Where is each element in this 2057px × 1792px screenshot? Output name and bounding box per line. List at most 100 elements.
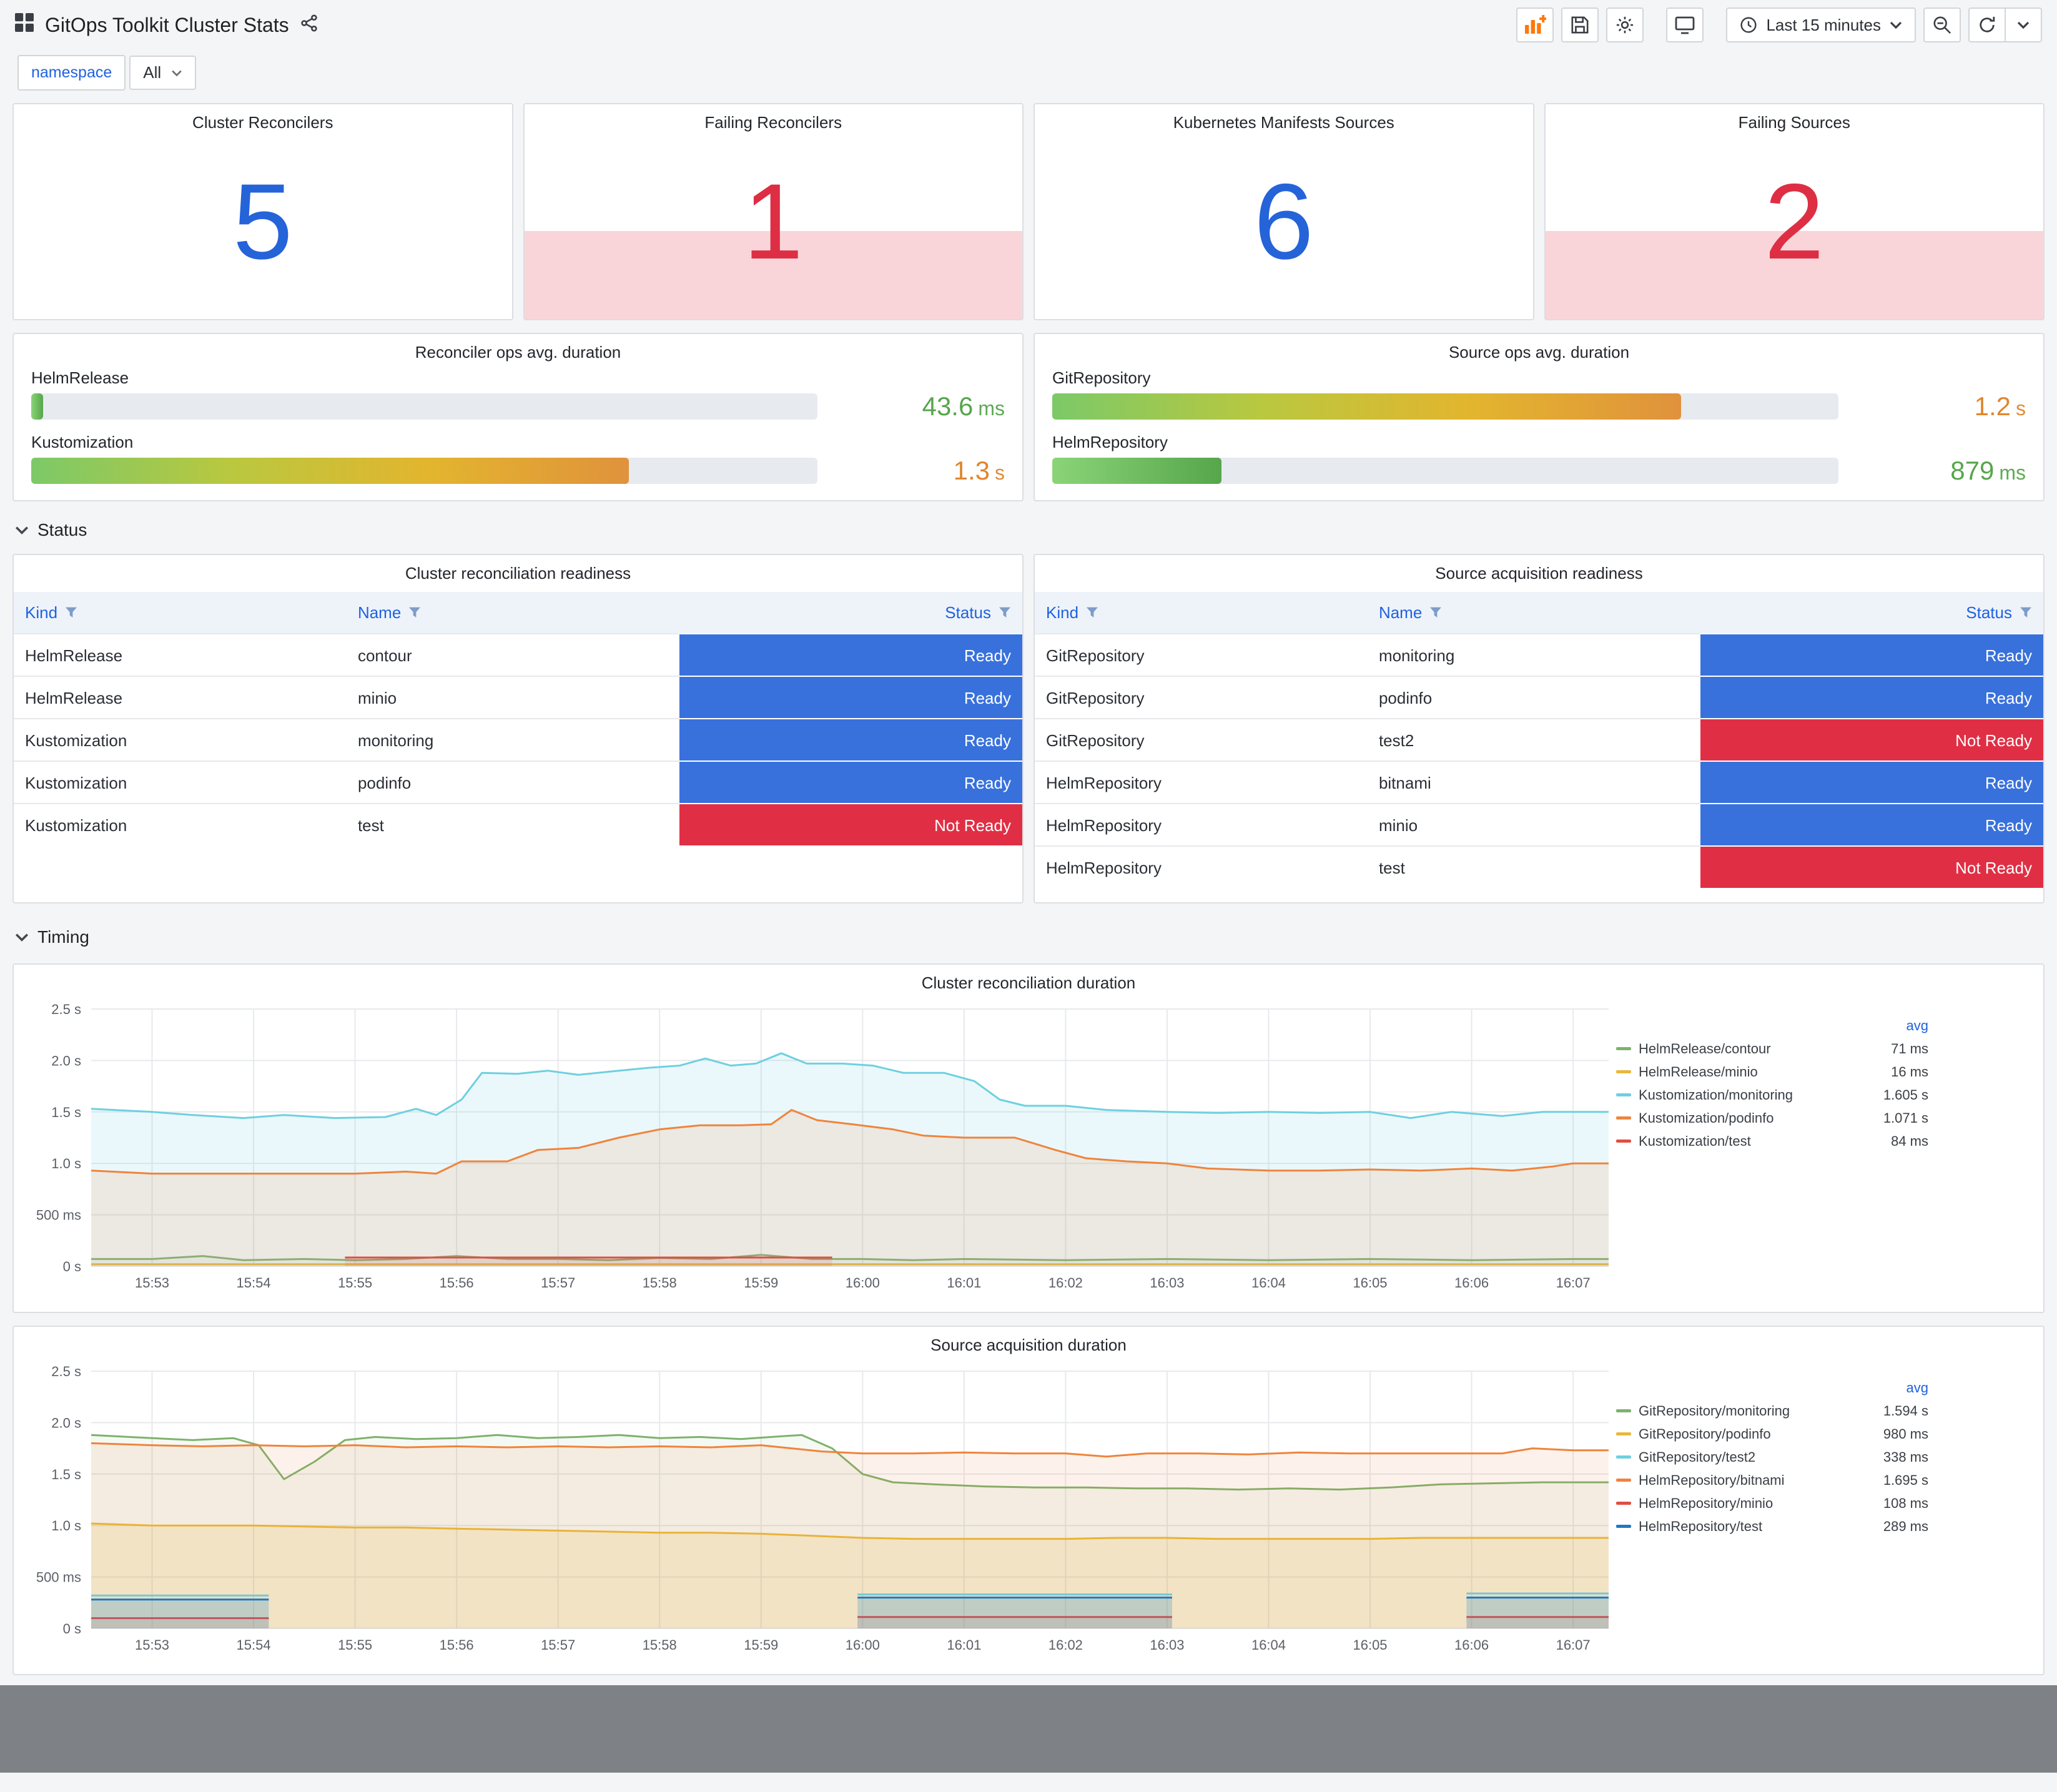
svg-text:15:55: 15:55: [338, 1637, 372, 1653]
svg-text:16:04: 16:04: [1251, 1275, 1286, 1291]
svg-text:15:58: 15:58: [643, 1637, 677, 1653]
zoom-out-button[interactable]: [1923, 7, 1961, 42]
status-badge: Ready: [679, 719, 1022, 761]
time-range-label: Last 15 minutes: [1766, 15, 1881, 34]
row-title: Timing: [37, 927, 89, 947]
panel-title: Cluster reconciliation readiness: [405, 564, 631, 583]
cell-status: Ready: [1700, 761, 2043, 803]
variable-value-dropdown[interactable]: All: [129, 56, 197, 90]
dashboard-header: GitOps Toolkit Cluster Stats Last 15 min…: [0, 0, 2057, 50]
row-toggle-status[interactable]: Status: [15, 514, 2042, 546]
svg-text:16:07: 16:07: [1556, 1275, 1591, 1291]
variable-label-namespace: namespace: [17, 55, 126, 91]
filter-icon[interactable]: [1086, 606, 1098, 619]
table-row: HelmRelease minio Ready: [14, 676, 1022, 718]
legend-item[interactable]: GitRepository/test2 338 ms: [1616, 1445, 1928, 1469]
legend-item[interactable]: HelmRepository/bitnami 1.695 s: [1616, 1469, 1928, 1492]
share-icon[interactable]: [300, 14, 318, 37]
series-avg-value: 1.071 s: [1883, 1110, 1928, 1126]
svg-text:16:05: 16:05: [1353, 1637, 1387, 1653]
svg-text:2.0 s: 2.0 s: [51, 1415, 81, 1430]
row-toggle-timing[interactable]: Timing: [15, 921, 2042, 953]
time-range-picker[interactable]: Last 15 minutes: [1726, 7, 1916, 42]
cell-status: Not Ready: [1700, 718, 2043, 761]
svg-text:16:03: 16:03: [1150, 1637, 1184, 1653]
filter-icon[interactable]: [2020, 606, 2032, 619]
column-header-status[interactable]: Status: [1700, 592, 2043, 633]
cell-name: bitnami: [1367, 761, 1700, 803]
gauge-row: GitRepository 1.2 s: [1052, 368, 2026, 421]
series-color-swatch: [1616, 1047, 1631, 1050]
legend-item[interactable]: HelmRepository/test 289 ms: [1616, 1515, 1928, 1538]
legend-item[interactable]: HelmRelease/minio 16 ms: [1616, 1060, 1928, 1083]
status-badge: Ready: [679, 762, 1022, 803]
legend-item[interactable]: HelmRepository/minio 108 ms: [1616, 1492, 1928, 1515]
svg-text:15:59: 15:59: [744, 1275, 778, 1291]
series-name: Kustomization/monitoring: [1639, 1086, 1793, 1103]
stat-value: 5: [232, 162, 293, 282]
legend-item[interactable]: Kustomization/test 84 ms: [1616, 1130, 1928, 1153]
panel-title: Cluster reconciliation duration: [921, 973, 1136, 992]
series-avg-value: 84 ms: [1891, 1133, 1928, 1149]
refresh-interval-dropdown[interactable]: [2005, 7, 2042, 42]
gauge-fill: [1052, 393, 1682, 420]
gauge-track: [31, 393, 817, 420]
svg-text:1.0 s: 1.0 s: [51, 1156, 81, 1171]
legend-item[interactable]: Kustomization/podinfo 1.071 s: [1616, 1106, 1928, 1130]
legend-item[interactable]: HelmRelease/contour 71 ms: [1616, 1037, 1928, 1060]
gauge-label: GitRepository: [1052, 368, 1151, 387]
filter-icon[interactable]: [999, 606, 1011, 619]
svg-text:500 ms: 500 ms: [36, 1570, 81, 1585]
tables-row: Cluster reconciliation readiness Kind Na…: [12, 554, 2045, 903]
series-color-swatch: [1616, 1116, 1631, 1120]
chevron-down-icon: [2017, 21, 2030, 29]
legend-item[interactable]: GitRepository/podinfo 980 ms: [1616, 1422, 1928, 1445]
cell-name: minio: [346, 676, 679, 718]
page-title: GitOps Toolkit Cluster Stats: [45, 13, 289, 36]
svg-text:15:57: 15:57: [541, 1275, 575, 1291]
series-avg-value: 1.605 s: [1883, 1086, 1928, 1103]
cell-name: test2: [1367, 718, 1700, 761]
variables-row: namespace All: [0, 50, 2057, 103]
panel-title: Source ops avg. duration: [1448, 343, 1630, 362]
cell-status: Ready: [1700, 803, 2043, 845]
dashboard-grid-icon[interactable]: [15, 13, 34, 37]
series-name: GitRepository/test2: [1639, 1449, 1756, 1465]
chevron-down-icon: [15, 933, 29, 942]
legend-item[interactable]: GitRepository/monitoring 1.594 s: [1616, 1399, 1928, 1422]
column-header-kind[interactable]: Kind: [14, 592, 347, 633]
column-header-kind[interactable]: Kind: [1035, 592, 1368, 633]
panel-title: Reconciler ops avg. duration: [415, 343, 621, 362]
svg-text:16:03: 16:03: [1150, 1275, 1184, 1291]
legend-avg-header[interactable]: avg: [1858, 1380, 1928, 1396]
table-row: HelmRelease contour Ready: [14, 633, 1022, 676]
gauge-label: Kustomization: [31, 433, 134, 451]
svg-text:16:01: 16:01: [947, 1275, 981, 1291]
column-header-status[interactable]: Status: [679, 592, 1022, 633]
svg-text:16:05: 16:05: [1353, 1275, 1387, 1291]
svg-text:15:56: 15:56: [440, 1637, 474, 1653]
filter-icon[interactable]: [1429, 606, 1442, 619]
gauge-row: HelmRelease 43.6 ms: [31, 368, 1005, 421]
filter-icon[interactable]: [408, 606, 421, 619]
refresh-button[interactable]: [1968, 7, 2006, 42]
svg-text:2.5 s: 2.5 s: [51, 1364, 81, 1379]
status-badge: Not Ready: [679, 804, 1022, 845]
svg-text:15:53: 15:53: [135, 1637, 169, 1653]
gauge-value: 879 ms: [1950, 456, 2026, 485]
status-badge: Ready: [1700, 762, 2043, 803]
add-panel-button[interactable]: [1516, 7, 1554, 42]
legend-item[interactable]: Kustomization/monitoring 1.605 s: [1616, 1083, 1928, 1106]
column-header-name[interactable]: Name: [1368, 592, 1700, 633]
gauge-row: Kustomization 1.3 s: [31, 433, 1005, 486]
series-color-swatch: [1616, 1140, 1631, 1143]
column-header-name[interactable]: Name: [347, 592, 679, 633]
svg-text:2.0 s: 2.0 s: [51, 1053, 81, 1068]
zoom-out-icon: [1933, 16, 1951, 34]
save-dashboard-button[interactable]: [1561, 7, 1599, 42]
dashboard-settings-button[interactable]: [1606, 7, 1644, 42]
series-name: HelmRepository/test: [1639, 1518, 1763, 1534]
legend-avg-header[interactable]: avg: [1858, 1018, 1928, 1034]
filter-icon[interactable]: [65, 606, 77, 619]
tv-mode-button[interactable]: [1666, 7, 1704, 42]
